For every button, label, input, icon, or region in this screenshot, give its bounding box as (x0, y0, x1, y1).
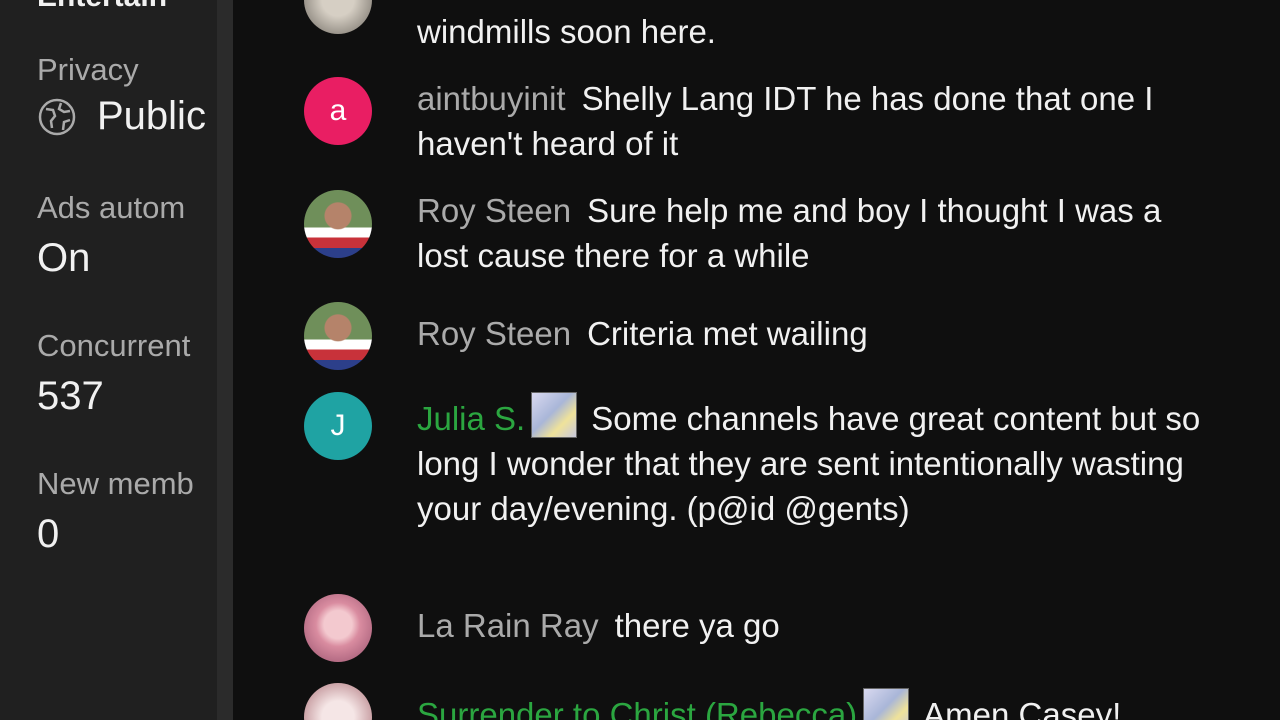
avatar-letter: J (330, 409, 346, 442)
ads-label: Ads autom (37, 190, 186, 225)
message-text: there ya go (614, 607, 780, 644)
chat-message: La Rain Ray there ya go (417, 603, 1217, 648)
stream-stats-panel: Entertain Privacy Public Ads autom On Co… (0, 0, 217, 720)
new-members-stat: New memb 0 (37, 466, 194, 557)
author-name[interactable]: Roy Steen (417, 315, 571, 352)
message-text: Amen Casey! (923, 696, 1122, 720)
chat-message: Surrender to Christ (Rebecca) Amen Casey! (417, 688, 1280, 720)
avatar[interactable] (304, 302, 372, 370)
chat-message: Roy Steen Sure help me and boy I thought … (417, 188, 1217, 278)
new-members-value: 0 (37, 512, 60, 556)
message-text: Criteria met wailing (587, 315, 868, 352)
chat-message: Julia S. Some channels have great content… (417, 392, 1217, 531)
live-chat-feed[interactable]: windmills soon here. a aintbuyinit Shelly… (233, 0, 1280, 720)
ads-value: On (37, 236, 91, 280)
concurrent-stat: Concurrent 537 (37, 328, 190, 419)
new-members-label: New memb (37, 466, 194, 501)
avatar[interactable] (304, 594, 372, 662)
author-name[interactable]: Roy Steen (417, 192, 571, 229)
avatar[interactable] (304, 683, 372, 720)
author-name[interactable]: La Rain Ray (417, 607, 599, 644)
author-name[interactable]: aintbuyinit (417, 80, 566, 117)
avatar-letter: a (329, 94, 347, 127)
author-name[interactable]: Julia S. (417, 400, 525, 437)
author-name[interactable]: Surrender to Christ (Rebecca) (417, 696, 857, 720)
avatar[interactable] (304, 0, 372, 34)
member-badge-icon (863, 688, 910, 720)
avatar[interactable]: J (304, 392, 372, 460)
chat-message: windmills soon here. (417, 9, 1217, 54)
chat-message: Roy Steen Criteria met wailing (417, 311, 1217, 356)
privacy-value: Public (97, 94, 206, 138)
message-text: windmills soon here. (417, 13, 716, 50)
privacy-label: Privacy (37, 52, 139, 87)
concurrent-value: 537 (37, 374, 104, 418)
globe-icon (38, 98, 76, 135)
avatar[interactable]: a (304, 77, 372, 145)
ads-stat: Ads autom On (37, 190, 185, 281)
member-badge-icon (531, 392, 578, 438)
chat-message: aintbuyinit Shelly Lang IDT he has done t… (417, 76, 1217, 166)
category-heading: Entertain (37, 0, 167, 14)
avatar[interactable] (304, 190, 372, 258)
concurrent-label: Concurrent (37, 328, 191, 363)
panel-divider[interactable] (217, 0, 233, 720)
privacy-stat: Privacy Public (37, 52, 206, 139)
